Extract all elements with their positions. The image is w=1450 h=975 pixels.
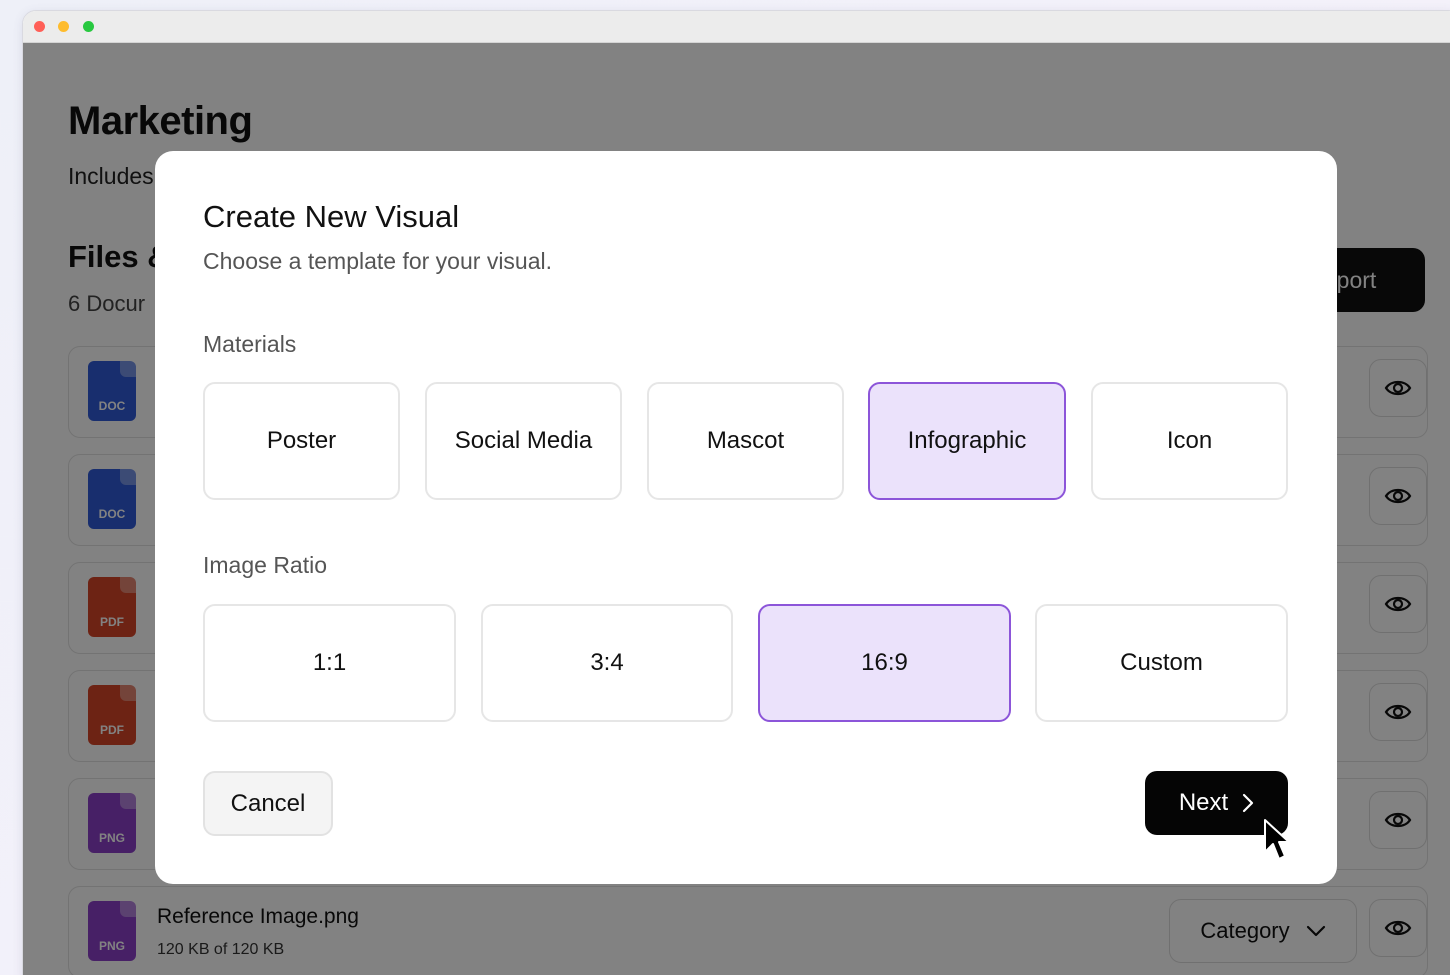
cancel-button-label: Cancel [230,789,306,817]
ratio-option-16-9[interactable]: 16:9 [758,604,1011,722]
material-option-mascot[interactable]: Mascot [647,382,844,500]
mouse-cursor-icon [1264,819,1290,860]
ratio-option-3-4[interactable]: 3:4 [481,604,733,722]
title-bar [23,11,1450,43]
close-window-button[interactable] [34,21,45,32]
maximize-window-button[interactable] [83,21,94,32]
material-option-poster[interactable]: Poster [203,382,400,500]
dialog-title: Create New Visual [203,199,460,234]
materials-label: Materials [203,331,297,357]
cancel-button[interactable]: Cancel [203,771,333,836]
minimize-window-button[interactable] [58,21,69,32]
material-option-social-media[interactable]: Social Media [425,382,622,500]
create-visual-dialog: Create New Visual Choose a template for … [155,151,1337,884]
dialog-subtitle: Choose a template for your visual. [203,248,553,274]
ratio-option-custom[interactable]: Custom [1035,604,1288,722]
material-option-icon[interactable]: Icon [1091,382,1288,500]
ratio-option-1-1[interactable]: 1:1 [203,604,456,722]
image-ratio-label: Image Ratio [203,552,328,578]
chevron-right-icon [1243,793,1254,813]
material-option-infographic[interactable]: Infographic [868,382,1066,500]
next-button-label: Next [1178,789,1229,816]
